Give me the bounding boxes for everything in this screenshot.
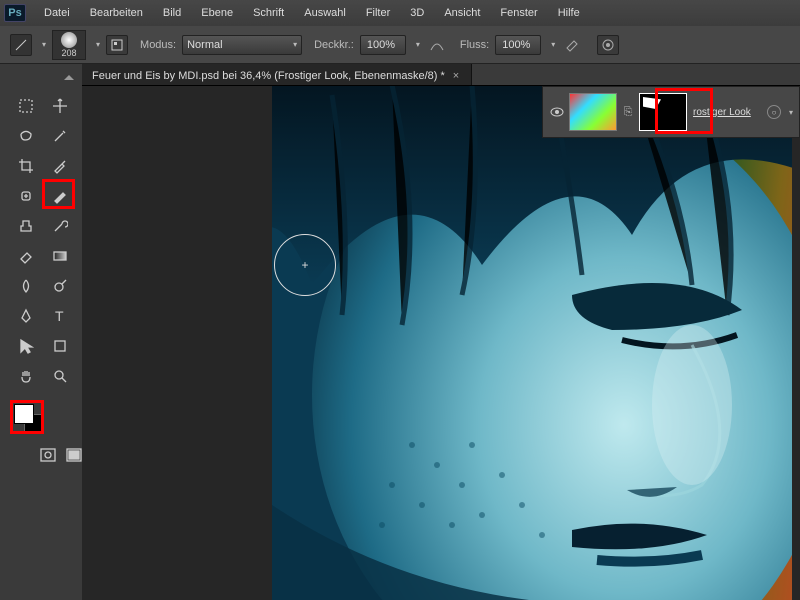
opacity-input[interactable]: 100% — [360, 35, 406, 55]
marquee-tool[interactable] — [10, 92, 42, 120]
chevron-down-icon[interactable]: ▾ — [96, 40, 100, 49]
tool-panel: T — [0, 64, 82, 600]
menu-3d[interactable]: 3D — [400, 4, 434, 22]
crop-tool[interactable] — [10, 152, 42, 180]
zoom-tool[interactable] — [44, 362, 76, 390]
chevron-down-icon[interactable]: ▾ — [551, 40, 555, 49]
document-tab[interactable]: Feuer und Eis by MDI.psd bei 36,4% (Fros… — [82, 64, 472, 85]
app-logo: Ps — [4, 4, 26, 22]
menu-ansicht[interactable]: Ansicht — [434, 4, 490, 22]
heal-tool[interactable] — [10, 182, 42, 210]
opacity-label: Deckkr.: — [314, 39, 354, 51]
wand-tool[interactable] — [44, 122, 76, 150]
mode-select[interactable]: Normal ▾ — [182, 35, 302, 55]
brush-size-value: 208 — [62, 48, 77, 58]
chevron-down-icon[interactable]: ▾ — [42, 40, 46, 49]
optionsbar: ▾ 208 ▾ Modus: Normal ▾ Deckkr.: 100% ▾ … — [0, 26, 800, 64]
menu-datei[interactable]: Datei — [34, 4, 80, 22]
canvas-viewport[interactable]: + ⎘ rostiger Look ○ ▾ — [82, 86, 800, 600]
shape-tool[interactable] — [44, 332, 76, 360]
airbrush-icon[interactable] — [561, 35, 583, 55]
pen-tool[interactable] — [10, 302, 42, 330]
menu-bearbeiten[interactable]: Bearbeiten — [80, 4, 153, 22]
close-icon[interactable]: × — [453, 70, 459, 82]
brush-dot-icon — [61, 32, 77, 48]
menu-fenster[interactable]: Fenster — [490, 4, 547, 22]
eraser-tool[interactable] — [10, 242, 42, 270]
menu-schrift[interactable]: Schrift — [243, 4, 294, 22]
mode-value: Normal — [187, 39, 222, 51]
menubar: Ps Datei Bearbeiten Bild Ebene Schrift A… — [0, 0, 800, 26]
tool-preset-picker[interactable] — [10, 34, 32, 56]
document-area: Feuer und Eis by MDI.psd bei 36,4% (Fros… — [82, 64, 800, 600]
chevron-down-icon[interactable]: ▾ — [789, 108, 793, 117]
chevron-down-icon[interactable]: ▾ — [416, 40, 420, 49]
svg-text:T: T — [55, 308, 64, 324]
flow-label: Fluss: — [460, 39, 489, 51]
visibility-icon[interactable] — [549, 105, 565, 119]
type-tool[interactable]: T — [44, 302, 76, 330]
brush-panel-toggle[interactable] — [106, 35, 128, 55]
move-tool[interactable] — [44, 92, 76, 120]
brush-cursor: + — [274, 234, 336, 296]
artwork-image — [272, 86, 792, 600]
path-select-tool[interactable] — [10, 332, 42, 360]
menu-auswahl[interactable]: Auswahl — [294, 4, 356, 22]
document-tab-title: Feuer und Eis by MDI.psd bei 36,4% (Fros… — [92, 70, 445, 82]
dodge-tool[interactable] — [44, 272, 76, 300]
layer-thumbnail[interactable] — [569, 93, 617, 131]
brush-size-picker[interactable]: 208 — [52, 30, 86, 60]
tablet-pressure-icon[interactable] — [597, 35, 619, 55]
screenmode-toggle[interactable] — [66, 448, 82, 462]
brush-tool[interactable] — [44, 182, 76, 210]
document-tabbar: Feuer und Eis by MDI.psd bei 36,4% (Fros… — [82, 64, 800, 86]
flow-input[interactable]: 100% — [495, 35, 541, 55]
layers-panel-float[interactable]: ⎘ rostiger Look ○ ▾ — [542, 86, 800, 138]
hand-tool[interactable] — [10, 362, 42, 390]
foreground-color[interactable] — [14, 404, 34, 424]
gradient-tool[interactable] — [44, 242, 76, 270]
stamp-tool[interactable] — [10, 212, 42, 240]
highlight-mask — [655, 88, 713, 134]
quickmask-toggle[interactable] — [40, 448, 56, 462]
lasso-tool[interactable] — [10, 122, 42, 150]
menu-filter[interactable]: Filter — [356, 4, 400, 22]
layer-fx-icon[interactable]: ○ — [767, 105, 781, 119]
link-icon[interactable]: ⎘ — [621, 103, 635, 121]
eyedropper-tool[interactable] — [44, 152, 76, 180]
workspace: T Feuer und Eis by MDI.psd b — [0, 64, 800, 600]
menu-ebene[interactable]: Ebene — [191, 4, 243, 22]
color-swatches[interactable] — [10, 404, 42, 438]
history-brush-tool[interactable] — [44, 212, 76, 240]
menu-hilfe[interactable]: Hilfe — [548, 4, 590, 22]
menu-bild[interactable]: Bild — [153, 4, 191, 22]
canvas[interactable] — [272, 86, 792, 600]
blur-tool[interactable] — [10, 272, 42, 300]
panel-collapse-icon[interactable] — [56, 68, 82, 88]
chevron-down-icon: ▾ — [293, 40, 297, 49]
opacity-pressure-icon[interactable] — [426, 35, 448, 55]
mode-label: Modus: — [140, 39, 176, 51]
